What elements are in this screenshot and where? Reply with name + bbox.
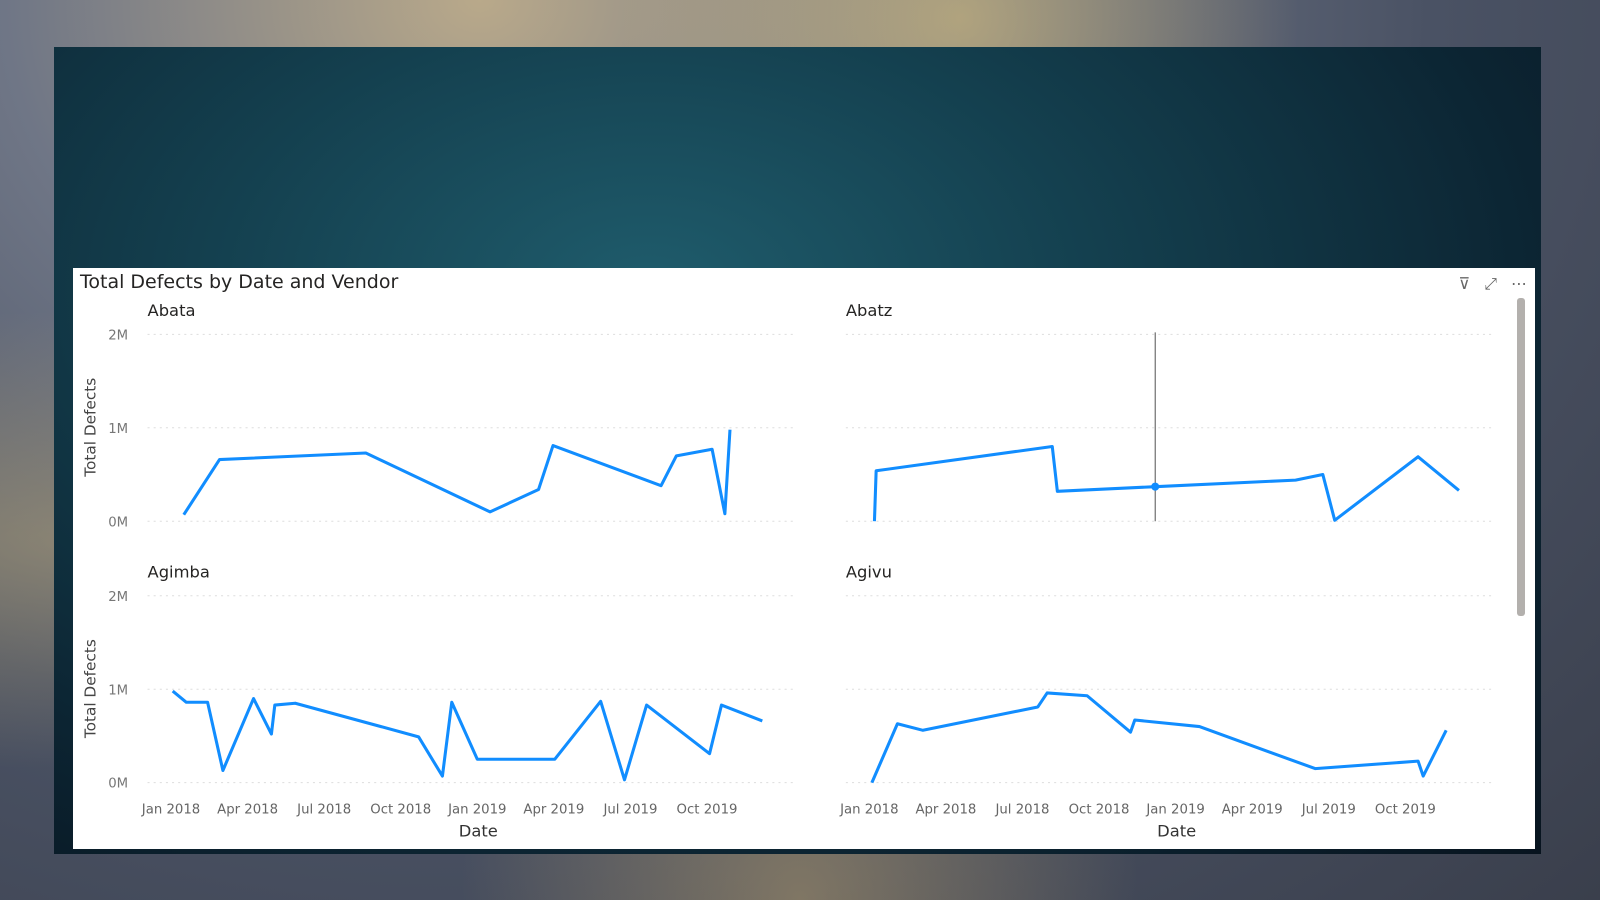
series-line-agivu [870, 691, 1448, 784]
x-axis-title: Date [459, 822, 498, 841]
x-tick-label: Apr 2018 [217, 802, 278, 817]
visual-title: Total Defects by Date and Vendor [80, 271, 399, 293]
focus-mode-icon[interactable]: ⤢ [1484, 274, 1497, 294]
more-options-icon[interactable]: ⋯ [1511, 274, 1527, 294]
x-tick-label: Jan 2018 [839, 802, 898, 817]
y-tick-label: 2M [108, 328, 128, 343]
panel-title-abata: Abata [148, 301, 196, 320]
y-tick-label: 1M [108, 422, 128, 437]
panel-title-agimba: Agimba [148, 562, 210, 581]
x-tick-label: Jan 2018 [141, 802, 200, 817]
y-tick-label: 1M [108, 683, 128, 698]
series-line-agimba [171, 689, 763, 782]
series-line-abata [182, 429, 732, 516]
y-axis-title: Total Defects [81, 378, 99, 478]
series-line-abatz [872, 444, 1460, 522]
x-tick-label: Oct 2018 [370, 802, 431, 817]
line-chart-visual[interactable]: Abata 0M 1M 2M Total Defects Abatz Agimba 0M 1M 2… [73, 268, 1535, 849]
y-tick-label: 0M [108, 777, 128, 792]
x-tick-label: Jan 2019 [447, 802, 506, 817]
x-tick-label: Jul 2019 [1301, 802, 1356, 817]
x-tick-label: Oct 2019 [677, 802, 738, 817]
x-tick-label: Jul 2019 [602, 802, 657, 817]
x-tick-label: Oct 2018 [1069, 802, 1130, 817]
panel-title-agivu: Agivu [846, 562, 892, 581]
y-axis-title: Total Defects [81, 639, 99, 739]
x-axis-title: Date [1157, 822, 1196, 841]
panel-title-abatz: Abatz [846, 301, 893, 320]
x-tick-label: Oct 2019 [1375, 802, 1436, 817]
x-tick-label: Jul 2018 [296, 802, 351, 817]
y-tick-label: 0M [108, 515, 128, 530]
x-tick-label: Jan 2019 [1145, 802, 1204, 817]
scrollbar[interactable] [1517, 298, 1525, 616]
y-tick-label: 2M [108, 590, 128, 605]
chart-svg: Abata 0M 1M 2M Total Defects Abatz Agimba 0M 1M 2… [81, 301, 1495, 841]
x-tick-label: Apr 2019 [523, 802, 584, 817]
filter-icon[interactable]: ⊽ [1458, 274, 1470, 294]
x-tick-label: Apr 2018 [915, 802, 976, 817]
x-tick-label: Apr 2019 [1222, 802, 1283, 817]
x-tick-label: Jul 2018 [994, 802, 1049, 817]
